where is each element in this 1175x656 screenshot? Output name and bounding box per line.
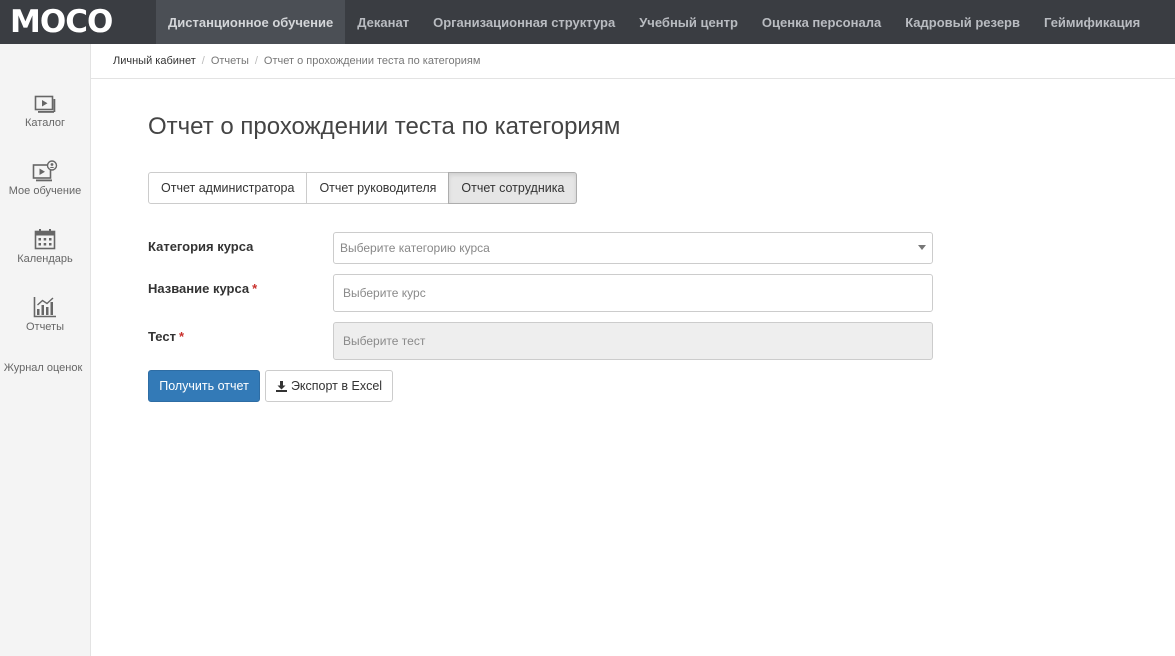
chevron-down-icon — [918, 245, 926, 250]
sidebar-item-label: Отчеты — [25, 321, 65, 333]
course-label-text: Название курса — [148, 281, 250, 296]
nav-item-talent-pool[interactable]: Кадровый резерв — [893, 0, 1032, 44]
category-label: Категория курса — [148, 239, 253, 254]
export-excel-button[interactable]: Экспорт в Excel — [265, 370, 393, 402]
breadcrumb-separator: / — [254, 55, 258, 67]
category-label-text: Категория курса — [148, 239, 254, 254]
required-marker: * — [252, 281, 258, 296]
sidebar-item-label: Мое обучение — [8, 185, 82, 197]
course-input[interactable] — [333, 274, 933, 312]
nav-item-deanery[interactable]: Деканат — [345, 0, 421, 44]
catalog-icon — [34, 95, 56, 113]
tab-admin-report[interactable]: Отчет администратора — [148, 172, 308, 204]
nav-item-training-center[interactable]: Учебный центр — [627, 0, 750, 44]
breadcrumb-link-personal-cabinet[interactable]: Личный кабинет — [113, 55, 196, 67]
sidebar-item-label: Календарь — [17, 253, 73, 265]
sidebar-item-gradebook[interactable]: Журнал оценок — [0, 362, 86, 374]
download-icon — [275, 380, 287, 392]
breadcrumb-separator: / — [201, 55, 205, 67]
nav-item-org-structure[interactable]: Организационная структура — [421, 0, 627, 44]
test-label: Тест * — [148, 329, 184, 344]
my-learning-icon — [32, 160, 58, 182]
test-input[interactable] — [333, 322, 933, 360]
sidebar: Каталог Мое обучение Календарь Отчеты Жу… — [0, 44, 91, 656]
sidebar-item-label: Журнал оценок — [3, 362, 83, 374]
sidebar-item-catalog[interactable]: Каталог — [0, 94, 90, 129]
tab-employee-report[interactable]: Отчет сотрудника — [448, 172, 578, 204]
category-select-placeholder: Выберите категорию курса — [340, 241, 490, 255]
nav-item-distance-learning[interactable]: Дистанционное обучение — [156, 0, 346, 44]
tab-manager-report[interactable]: Отчет руководителя — [306, 172, 450, 204]
sidebar-item-my-learning[interactable]: Мое обучение — [0, 160, 90, 197]
report-type-tabs: Отчет администратора Отчет руководителя … — [148, 172, 578, 204]
breadcrumb: Личный кабинет / Отчеты / Отчет о прохож… — [91, 44, 1175, 79]
main-nav: Дистанционное обучение Деканат Организац… — [156, 0, 1152, 44]
category-select[interactable]: Выберите категорию курса — [333, 232, 933, 264]
logo-text: MOCO — [10, 4, 113, 40]
page-title: Отчет о прохождении теста по категориям — [148, 113, 621, 140]
sidebar-item-label: Каталог — [25, 117, 65, 129]
reports-icon — [33, 297, 56, 318]
top-navbar: MOCO Дистанционное обучение Деканат Орга… — [0, 0, 1175, 44]
breadcrumb-current: Отчет о прохождении теста по категориям — [263, 55, 481, 67]
moco-logo[interactable]: MOCO — [0, 0, 156, 44]
sidebar-item-reports[interactable]: Отчеты — [0, 296, 90, 333]
nav-item-personnel-assessment[interactable]: Оценка персонала — [750, 0, 893, 44]
calendar-icon — [34, 229, 56, 250]
get-report-button[interactable]: Получить отчет — [148, 370, 260, 402]
test-label-text: Тест — [148, 329, 176, 344]
required-marker: * — [178, 329, 185, 344]
course-label: Название курса * — [148, 281, 257, 296]
breadcrumb-link-reports[interactable]: Отчеты — [211, 55, 249, 67]
sidebar-item-calendar[interactable]: Календарь — [0, 228, 90, 265]
nav-item-gamification[interactable]: Геймификация — [1032, 0, 1152, 44]
export-excel-label: Экспорт в Excel — [290, 379, 383, 393]
